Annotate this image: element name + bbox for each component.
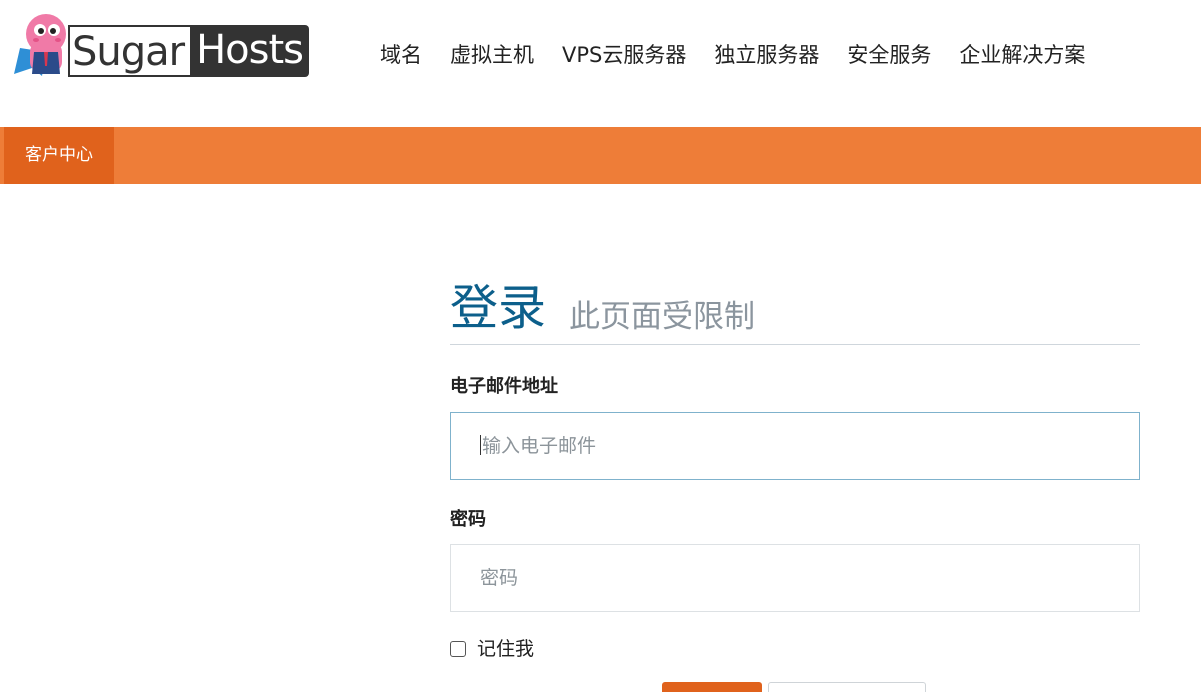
page-title: 登录 [450, 280, 547, 336]
nav-item-vps[interactable]: VPS云服务器 [548, 38, 700, 72]
nav-item-enterprise[interactable]: 企业解决方案 [945, 38, 1099, 72]
page-subtitle: 此页面受限制 [569, 299, 755, 335]
login-form: 登录 此页面受限制 电子邮件地址 输入电子邮件 密码 密码 记住我 [450, 270, 1140, 660]
remember-checkbox[interactable] [450, 641, 466, 657]
nav-item-web-hosting[interactable]: 虚拟主机 [436, 38, 548, 72]
subnav-bar: 客户中心 [0, 127, 1201, 184]
octopus-mascot-icon [14, 14, 66, 76]
text-caret [480, 435, 481, 455]
password-label: 密码 [450, 509, 486, 530]
logo-text-sugar: Sugar [68, 25, 191, 77]
tab-client-center[interactable]: 客户中心 [4, 127, 114, 184]
site-header: Sugar Hosts 域名 虚拟主机 VPS云服务器 独立服务器 安全服务 企… [0, 0, 1201, 127]
nav-item-security[interactable]: 安全服务 [833, 38, 945, 72]
email-label: 电子邮件地址 [450, 376, 558, 397]
nav-item-dedicated-servers[interactable]: 独立服务器 [700, 38, 833, 72]
forgot-password-button[interactable] [768, 682, 926, 692]
sugarhosts-logo[interactable]: Sugar Hosts [12, 8, 322, 82]
email-field[interactable]: 输入电子邮件 [450, 412, 1140, 480]
logo-text-hosts: Hosts [190, 25, 310, 77]
password-placeholder: 密码 [480, 567, 519, 589]
login-heading: 登录 此页面受限制 [450, 270, 1140, 345]
email-placeholder: 输入电子邮件 [482, 435, 597, 457]
nav-item-domains[interactable]: 域名 [366, 38, 436, 72]
main-nav: 域名 虚拟主机 VPS云服务器 独立服务器 安全服务 企业解决方案 [366, 38, 1099, 72]
login-button[interactable] [662, 682, 762, 692]
password-field[interactable]: 密码 [450, 544, 1140, 612]
remember-label: 记住我 [477, 638, 535, 660]
remember-me[interactable]: 记住我 [450, 636, 534, 662]
